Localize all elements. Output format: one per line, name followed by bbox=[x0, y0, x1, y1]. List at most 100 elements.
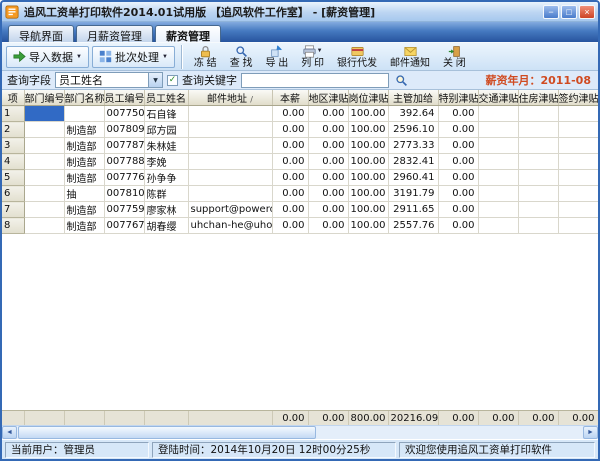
grid-cell[interactable]: 2773.33 bbox=[388, 137, 439, 154]
grid-cell[interactable]: 100.00 bbox=[348, 121, 389, 138]
column-header[interactable]: 地区津贴 bbox=[308, 90, 349, 106]
grid-cell[interactable]: 0.00 bbox=[272, 121, 309, 138]
grid-cell[interactable] bbox=[188, 105, 273, 122]
grid-cell[interactable]: 2557.76 bbox=[388, 217, 439, 234]
batch-process-button[interactable]: 批次处理 ▼ bbox=[91, 45, 175, 68]
grid-cell[interactable]: 孙争争 bbox=[144, 169, 189, 186]
keyword-checkbox[interactable]: ✓ bbox=[167, 74, 178, 86]
close-button[interactable]: × bbox=[579, 4, 595, 19]
grid-cell[interactable]: 392.64 bbox=[388, 105, 439, 122]
table-row[interactable]: 7制造部007759廖家林support@poweroffice0.000.00… bbox=[2, 201, 598, 218]
column-header[interactable]: 邮件地址 / bbox=[188, 90, 273, 106]
column-header[interactable]: 岗位津贴 bbox=[348, 90, 389, 106]
find-button[interactable]: 查 找 bbox=[225, 43, 258, 70]
column-header[interactable]: 本薪 bbox=[272, 90, 309, 106]
column-header[interactable]: 特别津贴 bbox=[438, 90, 479, 106]
column-header[interactable]: 交通津贴 bbox=[478, 90, 519, 106]
grid-cell[interactable]: 0.00 bbox=[438, 137, 479, 154]
grid-cell[interactable]: 制造部 bbox=[64, 121, 105, 138]
run-search-button[interactable] bbox=[393, 72, 410, 88]
minimize-button[interactable]: − bbox=[543, 4, 559, 19]
grid-cell[interactable]: 0.00 bbox=[308, 137, 349, 154]
grid-cell[interactable]: 2911.65 bbox=[388, 201, 439, 218]
grid-cell[interactable] bbox=[24, 121, 65, 138]
grid-cell[interactable]: 抽 bbox=[64, 185, 105, 202]
grid-cell[interactable] bbox=[24, 153, 65, 170]
grid-cell[interactable]: 100.00 bbox=[348, 153, 389, 170]
grid-cell[interactable] bbox=[24, 169, 65, 186]
grid-cell[interactable] bbox=[478, 121, 519, 138]
table-row[interactable]: 1 007750 石自锋 0.00 0.00 100.00 392.64 0.00 bbox=[2, 105, 598, 122]
grid-cell[interactable]: 100.00 bbox=[348, 201, 389, 218]
grid-cell[interactable] bbox=[558, 137, 598, 154]
chevron-down-icon[interactable]: ▼ bbox=[148, 73, 162, 87]
query-keyword-input[interactable] bbox=[241, 72, 389, 88]
print-button[interactable]: ▼ 列 印 bbox=[296, 43, 329, 70]
table-row[interactable]: 6 抽 007810 陈群 0.00 0.00 100.00 3191.79 0.00 bbox=[2, 185, 598, 202]
grid-cell[interactable]: 0.00 bbox=[272, 137, 309, 154]
grid-cell[interactable] bbox=[478, 185, 519, 202]
grid-cell[interactable]: 0.00 bbox=[272, 185, 309, 202]
row-number-cell[interactable]: 6 bbox=[2, 185, 25, 202]
grid-cell[interactable] bbox=[518, 153, 559, 170]
grid-cell[interactable] bbox=[24, 217, 65, 234]
grid-cell[interactable]: 100.00 bbox=[348, 137, 389, 154]
freeze-button[interactable]: 冻 结 bbox=[189, 43, 222, 70]
grid-cell[interactable]: 0.00 bbox=[438, 121, 479, 138]
column-header[interactable]: 员工姓名 bbox=[144, 90, 189, 106]
grid-cell[interactable]: 0.00 bbox=[308, 169, 349, 186]
grid-cell[interactable]: 制造部 bbox=[64, 201, 105, 218]
column-header[interactable]: 签约津贴 bbox=[558, 90, 598, 106]
grid-cell[interactable]: 007750 bbox=[104, 105, 145, 122]
grid-cell[interactable] bbox=[188, 185, 273, 202]
grid-cell[interactable] bbox=[188, 137, 273, 154]
grid-cell[interactable] bbox=[478, 217, 519, 234]
grid-cell[interactable]: 制造部 bbox=[64, 137, 105, 154]
grid-cell[interactable] bbox=[188, 121, 273, 138]
grid-cell[interactable]: 朱林娃 bbox=[144, 137, 189, 154]
table-row[interactable]: 4 制造部 007788 李娩 0.00 0.00 100.00 2832.41 0.00 bbox=[2, 153, 598, 170]
grid-cell[interactable]: 007787 bbox=[104, 137, 145, 154]
grid-cell[interactable] bbox=[518, 137, 559, 154]
column-header[interactable]: 部门名称 bbox=[64, 90, 105, 106]
maximize-button[interactable]: □ bbox=[561, 4, 577, 19]
grid-cell[interactable]: 2596.10 bbox=[388, 121, 439, 138]
grid-cell[interactable] bbox=[64, 105, 105, 122]
grid-cell[interactable] bbox=[558, 153, 598, 170]
row-number-cell[interactable]: 8 bbox=[2, 217, 25, 234]
grid-cell[interactable]: 制造部 bbox=[64, 169, 105, 186]
scroll-left-button[interactable]: ◄ bbox=[2, 426, 17, 439]
row-number-cell[interactable]: 5 bbox=[2, 169, 25, 186]
grid-cell[interactable]: 0.00 bbox=[308, 121, 349, 138]
table-row[interactable]: 5 制造部 007776 孙争争 0.00 0.00 100.00 2960.41 0.00 bbox=[2, 169, 598, 186]
grid-cell[interactable] bbox=[558, 201, 598, 218]
tab-salary-management[interactable]: 薪资管理 bbox=[155, 25, 221, 43]
grid-cell[interactable]: 制造部 bbox=[64, 153, 105, 170]
bank-payment-button[interactable]: 银行代发 bbox=[332, 43, 382, 70]
grid-cell[interactable]: uhchan-he@uhos.cn bbox=[188, 217, 273, 234]
grid-cell[interactable]: 0.00 bbox=[308, 201, 349, 218]
grid-cell[interactable]: 007776 bbox=[104, 169, 145, 186]
grid-cell[interactable] bbox=[518, 201, 559, 218]
grid-cell[interactable]: 007788 bbox=[104, 153, 145, 170]
grid-cell[interactable]: 石自锋 bbox=[144, 105, 189, 122]
table-row[interactable]: 8制造部007767胡春缨uhchan-he@uhos.cn0.000.0010… bbox=[2, 217, 598, 234]
grid-cell[interactable] bbox=[478, 105, 519, 122]
query-field-select[interactable]: 员工姓名 ▼ bbox=[55, 72, 163, 88]
tab-monthly-salary[interactable]: 月薪资管理 bbox=[76, 25, 153, 43]
grid-cell[interactable]: 0.00 bbox=[438, 169, 479, 186]
grid-cell[interactable]: 2832.41 bbox=[388, 153, 439, 170]
grid-cell[interactable]: 0.00 bbox=[272, 201, 309, 218]
grid-cell[interactable] bbox=[558, 169, 598, 186]
grid-cell[interactable]: 胡春缨 bbox=[144, 217, 189, 234]
grid-cell[interactable]: 007759 bbox=[104, 201, 145, 218]
grid-cell[interactable] bbox=[558, 185, 598, 202]
grid-cell[interactable] bbox=[188, 169, 273, 186]
grid-cell[interactable]: 0.00 bbox=[438, 185, 479, 202]
import-data-button[interactable]: 导入数据 ▼ bbox=[6, 45, 89, 68]
grid-cell[interactable] bbox=[478, 137, 519, 154]
grid-cell[interactable]: 0.00 bbox=[308, 185, 349, 202]
close-module-button[interactable]: 关 闭 bbox=[438, 43, 471, 70]
grid-cell[interactable] bbox=[558, 121, 598, 138]
grid-cell[interactable] bbox=[24, 137, 65, 154]
